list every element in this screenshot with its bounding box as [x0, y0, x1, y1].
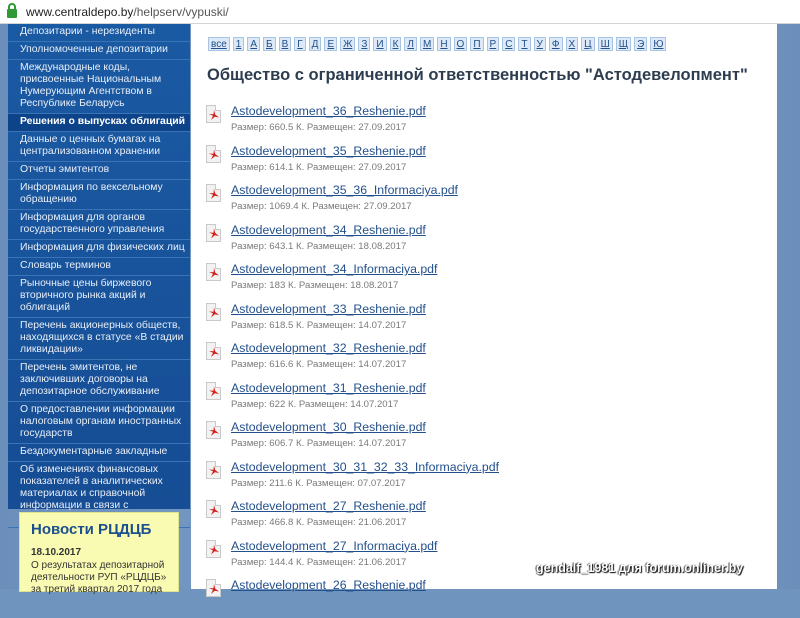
alphabet-letter[interactable]: Ж — [340, 37, 356, 51]
file-link[interactable]: Astodevelopment_27_Reshenie.pdf — [231, 499, 426, 513]
page-title: Общество с ограниченной ответственностью… — [207, 66, 748, 84]
alphabet-letter[interactable]: Ю — [650, 37, 667, 51]
pdf-icon[interactable] — [206, 381, 221, 400]
sidebar-nav: Депозитарии - нерезиденты Уполномоченные … — [8, 24, 190, 528]
file-link[interactable]: Astodevelopment_35_36_Informaciya.pdf — [231, 183, 458, 197]
alphabet-letter[interactable]: П — [470, 37, 484, 51]
pdf-icon[interactable] — [206, 184, 221, 202]
watermark: gendalf_1981 для forum.onliner.by — [536, 561, 744, 575]
file-link[interactable]: Astodevelopment_30_31_32_33_Informaciya.… — [231, 460, 499, 474]
alphabet-letter[interactable]: Н — [437, 37, 451, 51]
file-meta: Размер: 622 К. Размещен: 14.07.2017 — [231, 398, 399, 410]
url-path: /helpserv/vypuski/ — [133, 4, 229, 19]
file-meta: Размер: 211.6 К. Размещен: 07.07.2017 — [231, 477, 406, 489]
alphabet-letter[interactable]: Ц — [581, 37, 595, 51]
file-meta: Размер: 1069.4 К. Размещен: 27.09.2017 — [231, 201, 412, 212]
sidebar-item[interactable]: Международные коды, присвоенные Национал… — [8, 60, 190, 114]
alphabet-letter[interactable]: А — [247, 37, 260, 51]
file-link[interactable]: Astodevelopment_27_Informaciya.pdf — [231, 539, 437, 553]
file-meta: Размер: 144.4 К. Размещен: 21.06.2017 — [231, 556, 407, 568]
file-link[interactable]: Astodevelopment_31_Reshenie.pdf — [231, 381, 426, 395]
file-link[interactable]: Astodevelopment_26_Reshenie.pdf — [231, 578, 426, 592]
pdf-icon[interactable] — [206, 263, 221, 281]
news-date: 18.10.2017 — [31, 547, 82, 558]
alphabet-letter[interactable]: З — [358, 37, 371, 51]
address-bar[interactable]: www.centraldepo.by/helpserv/vypuski/ — [0, 0, 800, 24]
alphabet-letter[interactable]: Р — [486, 37, 500, 51]
file-meta: Размер: 660.5 К. Размещен: 27.09.2017 — [231, 122, 407, 133]
alphabet-letter[interactable]: Х — [565, 37, 579, 51]
url-host: www.centraldepo.by — [26, 4, 134, 19]
news-box: Новости РЦДЦБ 18.10.2017 О результатах д… — [19, 512, 179, 595]
sidebar-item[interactable]: Перечень эмитентов, не заключивших догов… — [8, 360, 190, 402]
sidebar-item[interactable]: Бездокументарные закладные — [8, 444, 190, 462]
main-content: все 1 А Б В Г Д Е Ж З И К Л М Н О П Р С Т У Ф Х Ц Ш Щ Э Ю Общество … — [191, 24, 777, 597]
page-area: Депозитарии - нерезиденты Уполномоченные … — [0, 24, 800, 597]
pdf-icon[interactable] — [206, 539, 221, 558]
alphabet-letter[interactable]: М — [419, 37, 435, 51]
sidebar-item[interactable]: Решения о выпусках облигаций — [8, 114, 190, 132]
pdf-icon[interactable] — [206, 421, 221, 439]
sidebar-item[interactable]: Словарь терминов — [8, 258, 190, 276]
alphabet-letter[interactable]: Ш — [597, 37, 613, 51]
sidebar-item[interactable]: О предоставлении информации налоговым ор… — [8, 402, 190, 444]
sidebar-item[interactable]: Информация для органов государственного … — [8, 210, 190, 240]
pdf-icon[interactable] — [206, 223, 221, 242]
sidebar-item[interactable]: Информация для физических лиц — [8, 240, 190, 258]
sidebar-item[interactable]: Перечень акционерных обществ, находящихс… — [8, 318, 190, 360]
sidebar-item[interactable]: Рыночные цены биржевого вторичного рынка… — [8, 276, 190, 318]
pdf-icon[interactable] — [206, 342, 221, 360]
alphabet-letter[interactable]: Э — [634, 37, 648, 51]
pdf-icon[interactable] — [206, 460, 221, 479]
sidebar-item[interactable]: Данные о ценных бумагах на централизован… — [8, 132, 190, 162]
sidebar-item[interactable]: Информация по вексельному обращению — [8, 180, 190, 210]
alphabet-letter[interactable]: Д — [308, 37, 322, 51]
alphabet-letter[interactable]: все — [208, 37, 230, 51]
file-meta: Размер: 643.1 К. Размещен: 18.08.2017 — [231, 240, 407, 252]
pdf-icon[interactable] — [206, 579, 221, 597]
file-meta: Размер: 618.5 К. Размещен: 14.07.2017 — [231, 319, 407, 331]
pdf-icon[interactable] — [206, 144, 221, 163]
alphabet-letter[interactable]: Е — [324, 37, 338, 51]
alphabet-letter[interactable]: У — [533, 37, 546, 51]
sidebar-item[interactable]: Депозитарии - нерезиденты — [8, 24, 190, 42]
file-link[interactable]: Astodevelopment_34_Informaciya.pdf — [231, 262, 437, 276]
sidebar-item[interactable]: Отчеты эмитентов — [8, 162, 190, 180]
file-link[interactable]: Astodevelopment_35_Reshenie.pdf — [231, 144, 426, 158]
file-link[interactable]: Astodevelopment_36_Reshenie.pdf — [231, 104, 426, 118]
file-link[interactable]: Astodevelopment_34_Reshenie.pdf — [231, 223, 426, 237]
pdf-icon[interactable] — [206, 105, 221, 123]
alphabet-letter[interactable]: И — [373, 37, 387, 51]
alphabet-letter[interactable]: В — [278, 37, 292, 51]
pdf-icon[interactable] — [206, 500, 221, 518]
file-meta: Размер: 466.8 К. Размещен: 21.06.2017 — [231, 517, 407, 528]
pdf-icon[interactable] — [206, 302, 221, 321]
url-text[interactable]: www.centraldepo.by/helpserv/vypuski/ — [26, 5, 229, 19]
file-meta: Размер: 606.7 К. Размещен: 14.07.2017 — [231, 438, 407, 449]
lock-icon — [7, 2, 17, 18]
file-link[interactable]: Astodevelopment_32_Reshenie.pdf — [231, 341, 426, 355]
news-text[interactable]: О результатах депозитарной деятельности … — [31, 560, 176, 596]
news-title: Новости РЦДЦБ — [31, 521, 152, 538]
alphabet-letter[interactable]: Г — [294, 37, 306, 51]
alphabet-index: все 1 А Б В Г Д Е Ж З И К Л М Н О П Р С Т У Ф Х Ц Ш Щ Э Ю — [208, 37, 669, 51]
file-meta: Размер: 183 К. Размещен: 18.08.2017 — [231, 280, 399, 291]
file-meta: Размер: 616.6 К. Размещен: 14.07.2017 — [231, 359, 407, 370]
sidebar-item[interactable]: Уполномоченные депозитарии — [8, 42, 190, 60]
alphabet-letter[interactable]: 1 — [232, 37, 245, 51]
alphabet-letter[interactable]: Б — [263, 37, 276, 51]
file-link[interactable]: Astodevelopment_30_Reshenie.pdf — [231, 420, 426, 434]
alphabet-letter[interactable]: Щ — [615, 37, 632, 51]
alphabet-letter[interactable]: К — [389, 37, 402, 51]
alphabet-letter[interactable]: С — [502, 37, 516, 51]
file-meta: Размер: 614.1 К. Размещен: 27.09.2017 — [231, 161, 407, 173]
alphabet-letter[interactable]: Т — [518, 37, 531, 51]
alphabet-letter[interactable]: Ф — [548, 37, 563, 51]
file-link[interactable]: Astodevelopment_33_Reshenie.pdf — [231, 302, 426, 316]
alphabet-letter[interactable]: О — [453, 37, 468, 51]
alphabet-letter[interactable]: Л — [404, 37, 417, 51]
